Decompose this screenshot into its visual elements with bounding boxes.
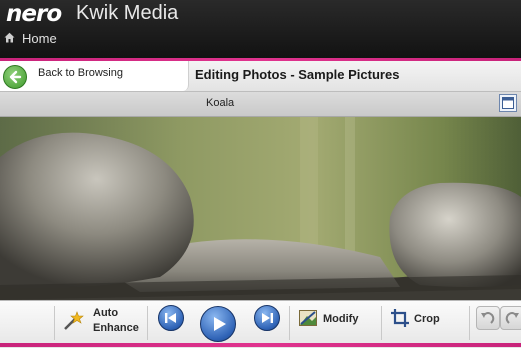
toolbar-separator — [147, 306, 148, 340]
crop-icon — [391, 309, 409, 327]
page-title: Editing Photos - Sample Pictures — [195, 67, 400, 82]
previous-icon — [165, 313, 176, 323]
rotate-left-button[interactable] — [476, 306, 500, 330]
rotate-right-icon — [505, 312, 519, 324]
back-to-browsing-button[interactable]: Back to Browsing — [0, 61, 189, 91]
modify-icon — [299, 310, 317, 326]
image-name-bar: Koala — [0, 92, 521, 117]
auto-enhance-label-line2: Enhance — [93, 322, 139, 334]
toolbar-separator — [469, 306, 470, 340]
rotate-right-button[interactable] — [500, 306, 521, 330]
next-button[interactable] — [254, 305, 280, 331]
magic-wand-icon — [64, 311, 84, 330]
toolbar-separator — [289, 306, 290, 340]
modify-label: Modify — [323, 313, 359, 325]
toolbar-separator — [54, 306, 55, 340]
previous-button[interactable] — [158, 305, 184, 331]
image-name: Koala — [206, 97, 235, 109]
rotate-left-icon — [481, 312, 495, 324]
home-link[interactable]: Home — [22, 31, 57, 46]
crop-label: Crop — [414, 313, 440, 325]
back-arrow-icon — [3, 65, 27, 89]
modify-button[interactable]: Modify — [296, 305, 376, 335]
panel-toggle-button[interactable] — [499, 94, 517, 112]
back-to-browsing-label: Back to Browsing — [38, 67, 123, 79]
editing-title-bar: Back to Browsing Editing Photos - Sample… — [0, 61, 521, 92]
auto-enhance-button[interactable]: Auto Enhance — [60, 305, 144, 341]
toolbar-separator — [381, 306, 382, 340]
toolbar-bottom-accent — [0, 343, 521, 347]
koala-photo — [0, 117, 521, 300]
play-button[interactable] — [200, 306, 236, 342]
next-icon — [262, 313, 273, 323]
home-icon[interactable] — [4, 32, 15, 43]
app-header: nero Kwik Media Home — [0, 0, 521, 58]
play-icon — [214, 317, 226, 331]
nero-logo: nero — [6, 1, 62, 27]
crop-button[interactable]: Crop — [388, 305, 448, 335]
auto-enhance-label-line1: Auto — [93, 307, 119, 319]
panel-icon — [502, 97, 514, 109]
app-title: Kwik Media — [76, 2, 179, 24]
bottom-toolbar: Auto Enhance Modify Crop — [0, 300, 521, 348]
photo-preview[interactable] — [0, 117, 521, 300]
